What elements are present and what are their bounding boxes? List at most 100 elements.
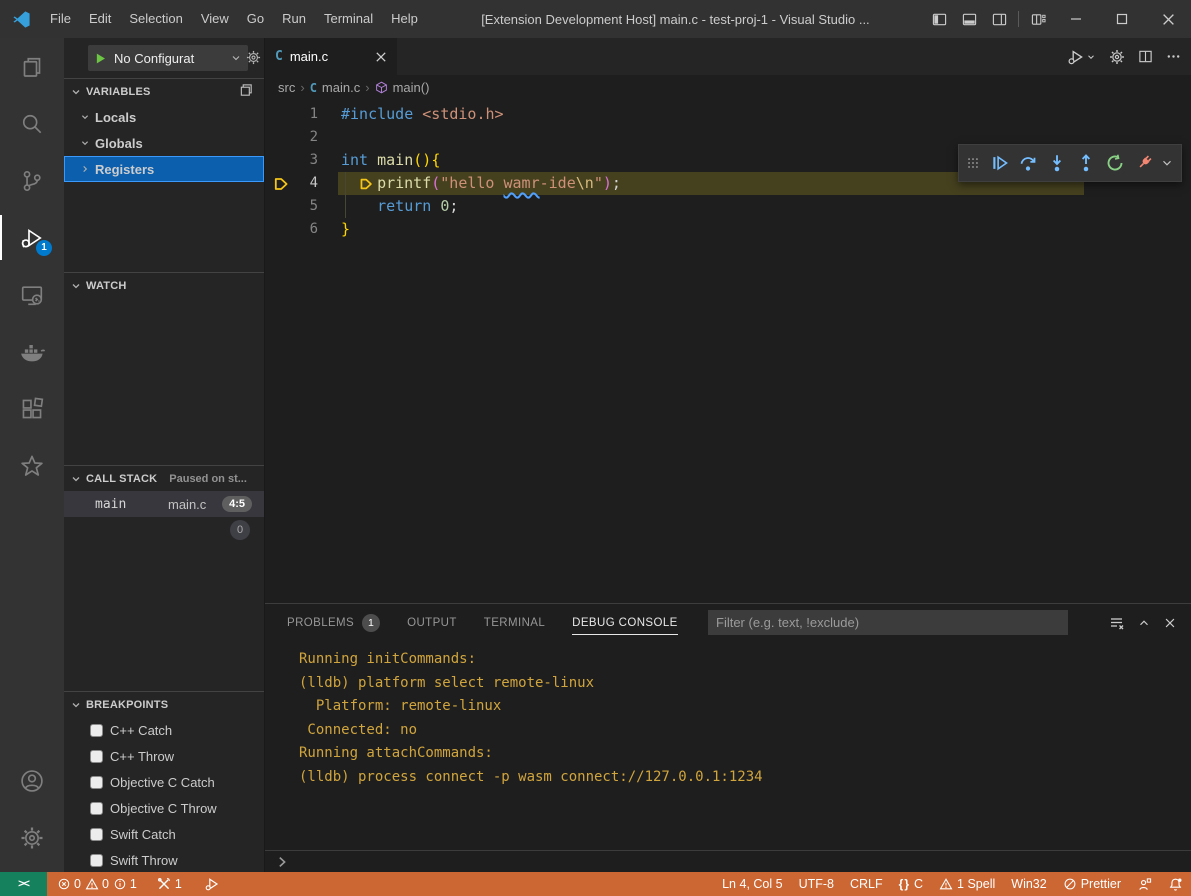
variables-header[interactable]: VARIABLES: [64, 79, 264, 104]
breakpoint-checkbox[interactable]: [90, 828, 103, 841]
breakpoint-row[interactable]: Swift Catch: [64, 821, 264, 847]
encoding[interactable]: UTF-8: [791, 877, 842, 891]
activity-item-remote-explorer[interactable]: [0, 266, 64, 323]
debug-console-output[interactable]: Running initCommands:(lldb) platform sel…: [265, 641, 1191, 850]
gutter-glyph-margin[interactable]: [265, 218, 289, 241]
gutter-glyph-margin[interactable]: [265, 103, 289, 126]
breakpoint-checkbox[interactable]: [90, 776, 103, 789]
language-mode[interactable]: {} C: [891, 877, 931, 891]
code-text[interactable]: return 0;: [341, 195, 458, 218]
launch-configuration-dropdown[interactable]: No Configurat: [88, 45, 248, 71]
toggle-panel-icon[interactable]: [954, 0, 984, 38]
debug-status-icon[interactable]: [198, 872, 226, 896]
clear-console-icon[interactable]: [1109, 615, 1125, 631]
panel-tab-terminal[interactable]: TERMINAL: [484, 604, 545, 641]
debug-console-input[interactable]: [265, 850, 1191, 872]
platform-target[interactable]: Win32: [1003, 877, 1054, 891]
continue-icon[interactable]: [985, 148, 1012, 178]
menu-help[interactable]: Help: [382, 0, 427, 38]
feedback-icon[interactable]: [1129, 877, 1160, 892]
menu-edit[interactable]: Edit: [80, 0, 120, 38]
breakpoint-row[interactable]: C++ Catch: [64, 717, 264, 743]
activity-item-docker[interactable]: [0, 323, 64, 380]
run-or-debug-button[interactable]: [1067, 48, 1096, 66]
activity-item-extensions[interactable]: [0, 380, 64, 437]
chevron-down-icon[interactable]: [1159, 148, 1175, 178]
toggle-secondary-sidebar-icon[interactable]: [984, 0, 1014, 38]
breakpoint-row[interactable]: Swift Throw: [64, 847, 264, 872]
breakpoint-checkbox[interactable]: [90, 854, 103, 867]
code-text[interactable]: int main(){: [341, 149, 440, 172]
split-editor-icon[interactable]: [1138, 49, 1153, 64]
start-debugging-icon[interactable]: [94, 52, 107, 65]
code-text[interactable]: }: [341, 218, 350, 241]
minimize-button[interactable]: [1053, 0, 1099, 38]
more-actions-icon[interactable]: [1166, 49, 1181, 64]
code-text[interactable]: #include <stdio.h>: [341, 103, 504, 126]
gutter-glyph-margin[interactable]: [265, 195, 289, 218]
breadcrumb-folder[interactable]: src: [278, 80, 295, 95]
problems-status[interactable]: 0 0 1: [51, 872, 143, 896]
gutter-glyph-margin[interactable]: [265, 126, 289, 149]
menu-go[interactable]: Go: [238, 0, 273, 38]
breadcrumb-file[interactable]: main.c: [322, 80, 360, 95]
step-over-icon[interactable]: [1014, 148, 1041, 178]
panel-tab-debug-console[interactable]: DEBUG CONSOLE: [572, 604, 678, 641]
open-launch-json-gear-icon[interactable]: [246, 50, 261, 65]
watch-header[interactable]: WATCH: [64, 273, 264, 298]
toggle-primary-sidebar-icon[interactable]: [924, 0, 954, 38]
menu-selection[interactable]: Selection: [120, 0, 191, 38]
eol-sequence[interactable]: CRLF: [842, 877, 891, 891]
panel-tab-output[interactable]: OUTPUT: [407, 604, 457, 641]
disconnect-icon[interactable]: [1130, 148, 1157, 178]
formatter-status[interactable]: Prettier: [1055, 877, 1129, 891]
breakpoint-checkbox[interactable]: [90, 724, 103, 737]
menu-file[interactable]: File: [41, 0, 80, 38]
gutter-glyph-margin[interactable]: [265, 149, 289, 172]
activity-item-settings[interactable]: [0, 809, 64, 866]
breakpoints-header[interactable]: BREAKPOINTS: [64, 692, 264, 717]
menu-terminal[interactable]: Terminal: [315, 0, 382, 38]
activity-item-run-and-debug[interactable]: 1: [0, 209, 64, 266]
collapse-all-icon[interactable]: [239, 83, 254, 98]
cursor-position[interactable]: Ln 4, Col 5: [714, 877, 790, 891]
close-button[interactable]: [1145, 0, 1191, 38]
menu-run[interactable]: Run: [273, 0, 315, 38]
breakpoint-row[interactable]: Objective C Catch: [64, 769, 264, 795]
code-text[interactable]: printf("hello wamr-ide\n");: [341, 172, 621, 195]
toolbar-drag-grip-icon[interactable]: [963, 148, 983, 178]
call-stack-header[interactable]: CALL STACK Paused on st...: [64, 466, 264, 491]
breakpoint-checkbox[interactable]: [90, 802, 103, 815]
breakpoint-row[interactable]: C++ Throw: [64, 743, 264, 769]
code-editor[interactable]: 1#include <stdio.h>23int main(){4 printf…: [265, 100, 1191, 603]
activity-item-account[interactable]: [0, 752, 64, 809]
notifications-bell-icon[interactable]: [1160, 877, 1191, 892]
breakpoint-row[interactable]: Objective C Throw: [64, 795, 264, 821]
tools-status[interactable]: 1: [151, 872, 188, 896]
variables-item-registers[interactable]: Registers: [64, 156, 264, 182]
activity-item-bookmarks[interactable]: [0, 437, 64, 494]
stack-frame-row[interactable]: main main.c 4:5: [64, 491, 264, 517]
execution-pointer-icon[interactable]: [265, 172, 289, 195]
step-out-icon[interactable]: [1072, 148, 1099, 178]
activity-item-explorer[interactable]: [0, 38, 64, 95]
maximize-button[interactable]: [1099, 0, 1145, 38]
remote-indicator[interactable]: ><: [0, 872, 47, 896]
restart-icon[interactable]: [1101, 148, 1128, 178]
tab-close-icon[interactable]: [375, 51, 387, 63]
console-filter-input[interactable]: [708, 610, 1068, 635]
settings-gear-icon[interactable]: [1109, 49, 1125, 65]
activity-item-source-control[interactable]: [0, 152, 64, 209]
menu-view[interactable]: View: [192, 0, 238, 38]
spell-checker-status[interactable]: 1 Spell: [931, 877, 1003, 891]
step-into-icon[interactable]: [1043, 148, 1070, 178]
tab-main-c[interactable]: C main.c: [265, 38, 398, 75]
panel-tab-problems[interactable]: PROBLEMS1: [287, 604, 380, 641]
variables-item-globals[interactable]: Globals: [64, 130, 264, 156]
variables-item-locals[interactable]: Locals: [64, 104, 264, 130]
maximize-panel-icon[interactable]: [1137, 616, 1151, 630]
customize-layout-icon[interactable]: [1023, 0, 1053, 38]
breakpoint-checkbox[interactable]: [90, 750, 103, 763]
breadcrumb-symbol[interactable]: main(): [393, 80, 430, 95]
activity-item-search[interactable]: [0, 95, 64, 152]
